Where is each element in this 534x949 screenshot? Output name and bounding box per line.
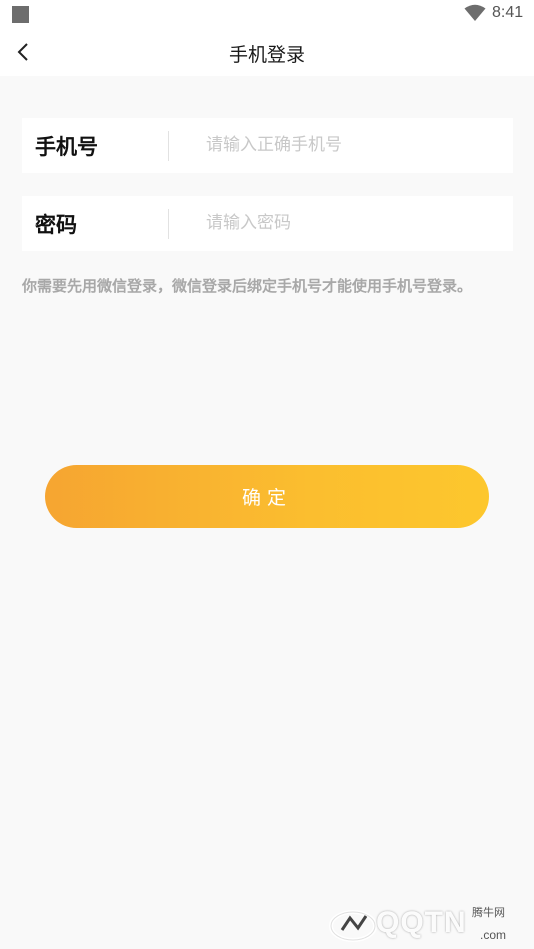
status-time: 8:41 (492, 4, 524, 21)
login-hint-text: 你需要先用微信登录，微信登录后绑定手机号才能使用手机号登录。 (22, 277, 473, 295)
watermark-brand: QQTN (376, 906, 467, 939)
watermark: QQTN 腾牛网 .com (320, 896, 530, 946)
wifi-icon (464, 4, 486, 21)
watermark-suffix: .com (480, 928, 507, 942)
confirm-button[interactable]: 确定 (45, 465, 489, 528)
app-header: 手机登录 (0, 28, 534, 76)
page-title: 手机登录 (228, 44, 305, 66)
field-divider (168, 131, 169, 161)
app-square-icon (12, 6, 29, 23)
password-input[interactable] (206, 206, 496, 240)
password-field-label: 密码 (35, 213, 77, 237)
phone-field-row[interactable]: 手机号 (22, 118, 513, 173)
phone-input[interactable] (206, 128, 496, 162)
watermark-small-text: 腾牛网 (472, 906, 505, 919)
field-divider (168, 209, 169, 239)
password-field-row[interactable]: 密码 (22, 196, 513, 251)
phone-field-label: 手机号 (35, 135, 98, 159)
status-bar: 8:41 (0, 0, 534, 28)
qqtn-logo-icon (329, 910, 377, 942)
